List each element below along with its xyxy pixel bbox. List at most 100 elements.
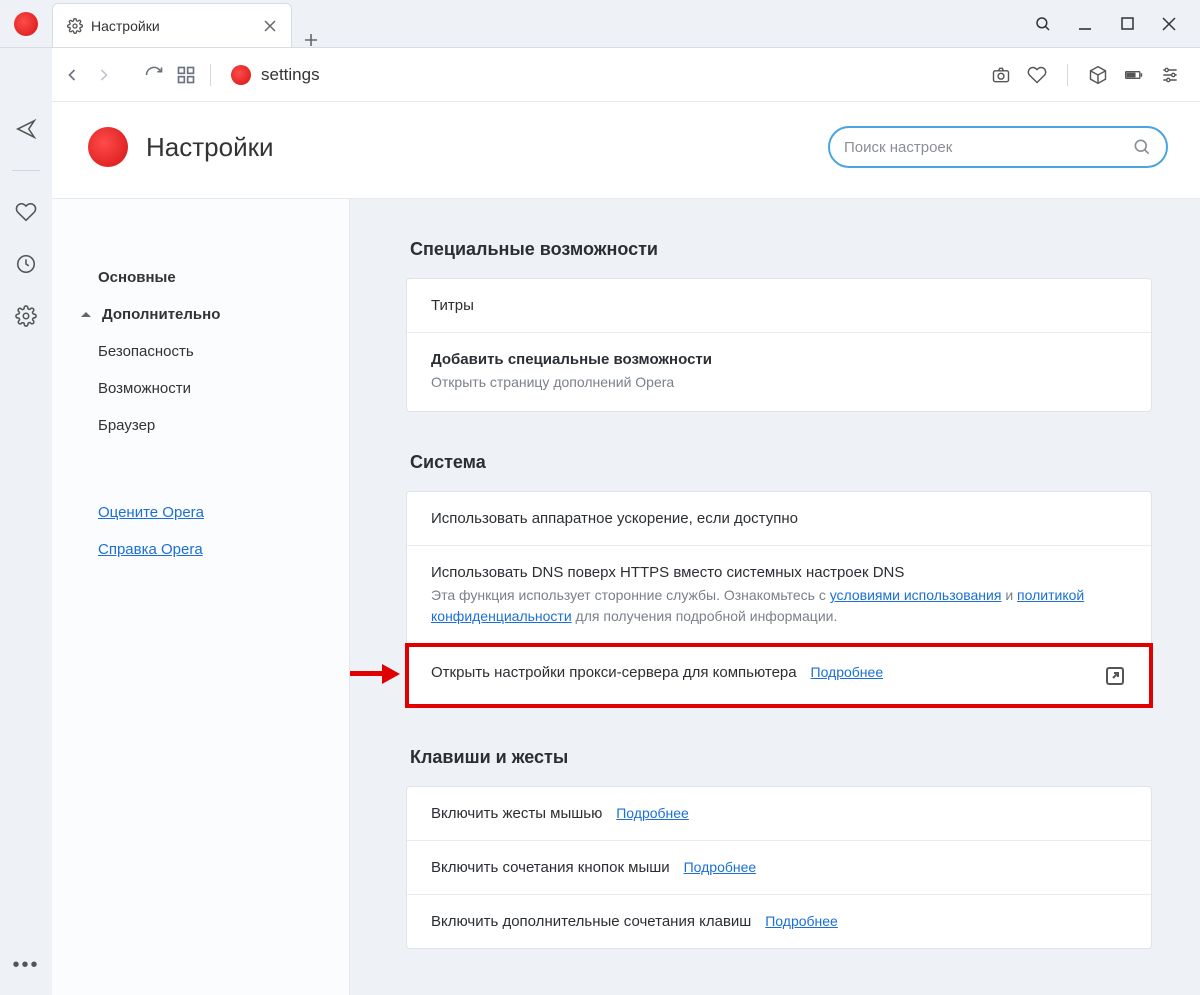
- learn-more-link[interactable]: Подробнее: [765, 913, 838, 929]
- search-input[interactable]: [844, 139, 1132, 156]
- sidebar-link-rate[interactable]: Оцените Opera: [52, 494, 349, 531]
- annotation-arrow-line: [350, 671, 382, 676]
- chevron-up-icon: [80, 309, 92, 321]
- sidebar-subitem-security[interactable]: Безопасность: [52, 333, 349, 370]
- address-bar[interactable]: settings: [225, 65, 320, 85]
- cube-icon: [1088, 65, 1108, 85]
- extensions-button[interactable]: [1088, 65, 1108, 85]
- opera-menu-button[interactable]: [0, 0, 52, 47]
- settings-search-box[interactable]: [828, 126, 1168, 168]
- opera-logo-icon: [231, 65, 251, 85]
- new-tab-button[interactable]: [292, 33, 330, 47]
- bookmark-button[interactable]: [1027, 65, 1047, 85]
- sidebar-item-label: Безопасность: [98, 343, 194, 360]
- history-icon[interactable]: [15, 253, 37, 275]
- sidebar-link-help[interactable]: Справка Opera: [52, 531, 349, 568]
- row-title: Использовать аппаратное ускорение, если …: [431, 510, 1127, 527]
- settings-sidebar: Основные Дополнительно Безопасность Возм…: [52, 199, 350, 995]
- row-title: Титры: [431, 297, 1127, 314]
- annotation-arrow-head: [382, 664, 400, 684]
- row-advanced-shortcuts[interactable]: Включить дополнительные сочетания клавиш…: [407, 894, 1151, 948]
- url-text: settings: [261, 65, 320, 85]
- row-subtitle: Открыть страницу дополнений Opera: [431, 372, 1127, 393]
- back-button[interactable]: [62, 65, 82, 85]
- sidebar-item-main[interactable]: Основные: [52, 259, 349, 296]
- grid-icon: [176, 65, 196, 85]
- learn-more-link[interactable]: Подробнее: [684, 859, 757, 875]
- row-mouse-gestures[interactable]: Включить жесты мышью Подробнее: [407, 787, 1151, 840]
- window-search-button[interactable]: [1034, 15, 1052, 33]
- sidebar-subitem-browser[interactable]: Браузер: [52, 407, 349, 444]
- sidebar-item-label: Основные: [98, 269, 176, 286]
- row-title: Открыть настройки прокси-сервера для ком…: [431, 664, 797, 681]
- speed-dial-button[interactable]: [176, 65, 196, 85]
- content-area: settings Настройки: [52, 48, 1200, 995]
- heart-icon: [1027, 65, 1047, 85]
- settings-main[interactable]: Специальные возможности Титры Добавить с…: [350, 199, 1200, 995]
- row-hw-accel[interactable]: Использовать аппаратное ускорение, если …: [407, 492, 1151, 545]
- row-add-accessibility[interactable]: Добавить специальные возможности Открыть…: [407, 332, 1151, 411]
- learn-more-link[interactable]: Подробнее: [616, 805, 689, 821]
- close-icon: [264, 20, 276, 32]
- card-accessibility: Титры Добавить специальные возможности О…: [406, 278, 1152, 412]
- tab-settings[interactable]: Настройки: [52, 3, 292, 47]
- opera-logo-icon: [88, 127, 128, 167]
- link-label: Справка Opera: [98, 541, 203, 558]
- learn-more-link[interactable]: Подробнее: [811, 664, 884, 680]
- search-icon: [1132, 137, 1152, 157]
- window-controls: [1034, 0, 1200, 47]
- sidebar-item-label: Дополнительно: [102, 306, 220, 323]
- battery-icon: [1124, 65, 1144, 85]
- chevron-left-icon: [62, 65, 82, 85]
- minimize-icon: [1078, 17, 1092, 31]
- link-label: Оцените Opera: [98, 504, 204, 521]
- row-rocker-gestures[interactable]: Включить сочетания кнопок мыши Подробнее: [407, 840, 1151, 894]
- row-title: Включить жесты мышью: [431, 805, 602, 822]
- forward-button[interactable]: [94, 65, 114, 85]
- tab-close-button[interactable]: [259, 15, 281, 37]
- sidebar-item-label: Браузер: [98, 417, 155, 434]
- divider: [1067, 64, 1068, 86]
- reload-button[interactable]: [144, 65, 164, 85]
- browser-sidebar: •••: [0, 48, 52, 995]
- settings-gear-icon[interactable]: [15, 305, 37, 327]
- sidebar-item-advanced[interactable]: Дополнительно: [52, 296, 349, 333]
- search-icon: [1034, 15, 1052, 33]
- maximize-icon: [1121, 17, 1134, 30]
- snapshot-button[interactable]: [991, 65, 1011, 85]
- row-dns-over-https[interactable]: Использовать DNS поверх HTTPS вместо сис…: [407, 545, 1151, 645]
- sidebar-more-button[interactable]: •••: [12, 954, 39, 977]
- terms-link[interactable]: условиями использования: [830, 587, 1002, 603]
- divider: [210, 64, 211, 86]
- send-icon[interactable]: [15, 118, 37, 140]
- easy-setup-button[interactable]: [1160, 65, 1180, 85]
- sidebar-subitem-features[interactable]: Возможности: [52, 370, 349, 407]
- window-minimize-button[interactable]: [1076, 15, 1094, 33]
- chevron-right-icon: [94, 65, 114, 85]
- camera-icon: [991, 65, 1011, 85]
- row-title: Использовать DNS поверх HTTPS вместо сис…: [431, 564, 1127, 581]
- refresh-icon: [144, 65, 164, 85]
- window-maximize-button[interactable]: [1118, 15, 1136, 33]
- card-keys: Включить жесты мышью Подробнее Включить …: [406, 786, 1152, 949]
- divider: [12, 170, 40, 171]
- window-close-button[interactable]: [1160, 15, 1178, 33]
- row-subtitle: Эта функция использует сторонние службы.…: [431, 585, 1127, 627]
- row-captions[interactable]: Титры: [407, 279, 1151, 332]
- plus-icon: [304, 33, 318, 47]
- title-bar: Настройки: [0, 0, 1200, 48]
- sliders-icon: [1160, 65, 1180, 85]
- row-proxy-settings[interactable]: 3 Открыть настройки прокси-сервера для к…: [407, 645, 1151, 706]
- battery-button[interactable]: [1124, 65, 1144, 85]
- card-system: Использовать аппаратное ускорение, если …: [406, 491, 1152, 707]
- url-toolbar: settings: [52, 48, 1200, 102]
- opera-logo-icon: [14, 12, 38, 36]
- close-icon: [1162, 17, 1176, 31]
- tab-title: Настройки: [91, 18, 160, 34]
- row-title: Включить дополнительные сочетания клавиш: [431, 913, 751, 930]
- row-title: Добавить специальные возможности: [431, 351, 1127, 368]
- row-title: Включить сочетания кнопок мыши: [431, 859, 670, 876]
- annotation-marker: 3: [350, 654, 400, 693]
- heart-icon[interactable]: [15, 201, 37, 223]
- sidebar-item-label: Возможности: [98, 380, 191, 397]
